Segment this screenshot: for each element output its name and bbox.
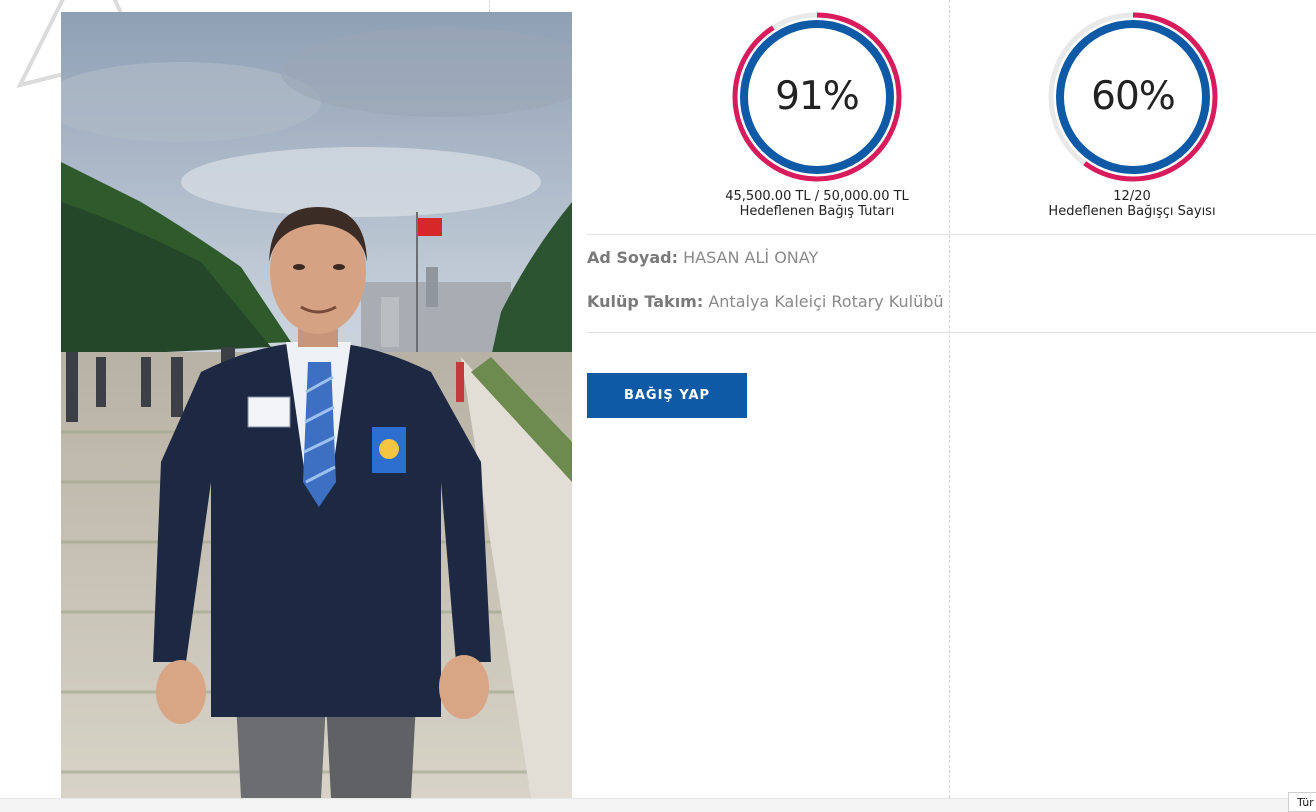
donation-amount-percent: 91%: [775, 74, 860, 119]
column-divider: [949, 0, 950, 798]
donor-count-value: 12/20: [1113, 189, 1151, 204]
donor-count-caption: Hedeflenen Bağışçı Sayısı: [1048, 204, 1216, 219]
profile-photo: [61, 12, 572, 798]
club-row: Kulüp Takım: Antalya Kaleiçi Rotary Kulü…: [587, 292, 944, 311]
name-label: Ad Soyad:: [587, 248, 678, 267]
donation-amount-progress-ring: 91%: [732, 12, 902, 182]
section-divider: [587, 332, 1316, 333]
language-selector[interactable]: Tür: [1288, 792, 1316, 812]
donor-count-percent: 60%: [1091, 74, 1176, 119]
donor-count-stat: 12/20 Hedeflenen Bağışçı Sayısı: [982, 189, 1282, 219]
profile-photo-image: [61, 12, 572, 798]
campaign-page: 91% 45,500.00 TL / 50,000.00 TL Hedeflen…: [0, 0, 1316, 812]
donation-amount-caption: Hedeflenen Bağış Tutarı: [739, 204, 895, 219]
donation-amount-stat: 45,500.00 TL / 50,000.00 TL Hedeflenen B…: [667, 189, 967, 219]
donor-count-progress-ring: 60%: [1048, 12, 1218, 182]
club-value: Antalya Kaleiçi Rotary Kulübü: [708, 292, 944, 311]
section-divider: [587, 234, 1316, 235]
name-row: Ad Soyad: HASAN ALİ ONAY: [587, 248, 818, 267]
name-value: HASAN ALİ ONAY: [683, 248, 819, 267]
donation-amount-value: 45,500.00 TL / 50,000.00 TL: [725, 189, 909, 204]
column-divider: [489, 0, 490, 12]
bottom-bar: [0, 798, 1316, 812]
donate-button[interactable]: BAĞIŞ YAP: [587, 373, 747, 418]
club-label: Kulüp Takım:: [587, 292, 704, 311]
